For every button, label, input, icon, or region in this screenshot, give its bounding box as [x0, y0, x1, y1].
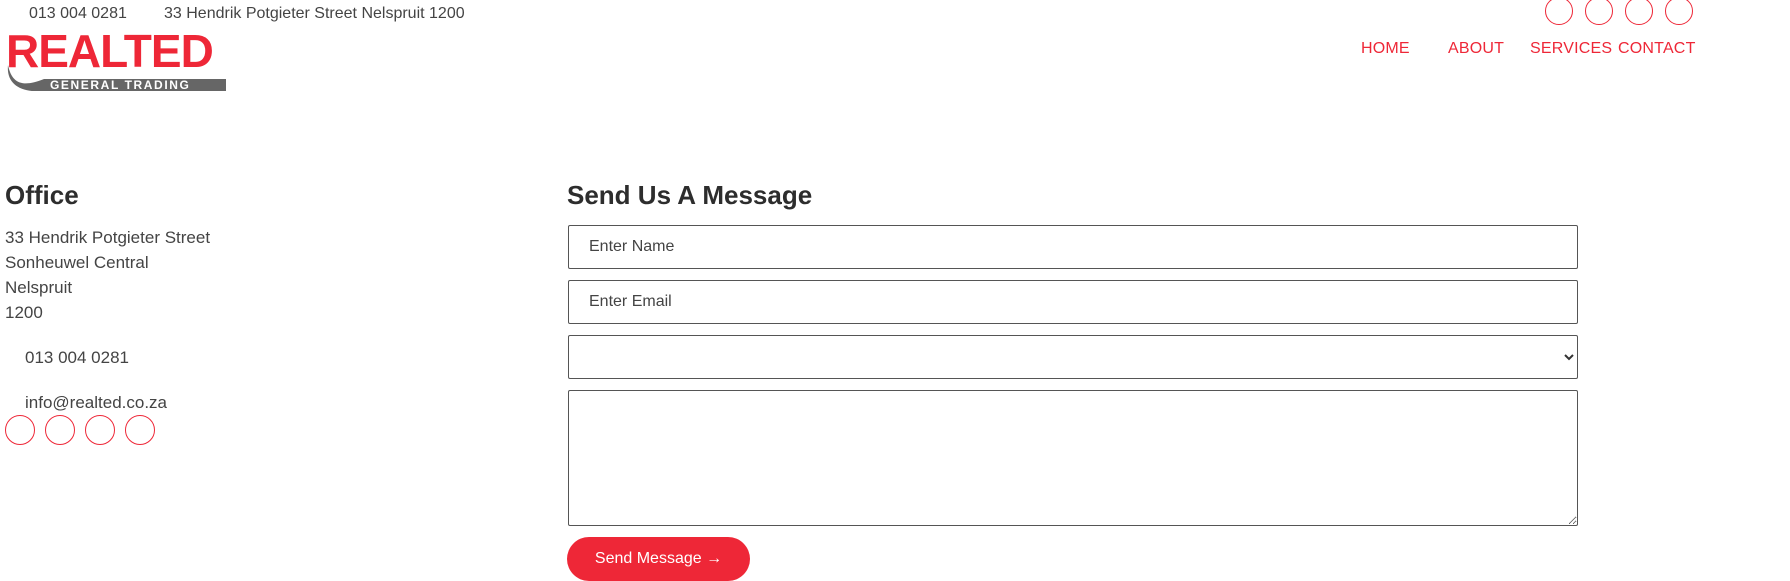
office-address-line-1: 33 Hendrik Potgieter Street	[5, 228, 211, 247]
office-phone[interactable]: 013 004 0281	[25, 348, 129, 368]
topbar-address: 33 Hendrik Potgieter Street Nelspruit 12…	[164, 5, 465, 22]
social-icon-3[interactable]	[85, 415, 115, 445]
social-icon-2[interactable]	[45, 415, 75, 445]
social-icon-1[interactable]	[5, 415, 35, 445]
name-input[interactable]	[568, 225, 1578, 269]
office-address-line-2: Sonheuwel Central	[5, 253, 149, 272]
email-input[interactable]	[568, 280, 1578, 324]
nav-home[interactable]: HOME	[1361, 40, 1410, 58]
social-icon-4[interactable]	[125, 415, 155, 445]
nav-about[interactable]: ABOUT	[1448, 40, 1504, 58]
office-title: Office	[5, 180, 79, 210]
logo-main-text: REALTED	[6, 27, 213, 77]
social-icon-2[interactable]	[1585, 0, 1613, 25]
form-title: Send Us A Message	[567, 180, 813, 210]
send-message-button[interactable]: Send Message →	[567, 537, 750, 581]
realted-logo[interactable]: REALTED GENERAL TRADING	[4, 27, 229, 91]
logo-sub-text: GENERAL TRADING	[50, 78, 190, 91]
topbar-phone: 013 004 0281	[29, 5, 127, 22]
office-address-line-3: Nelspruit	[5, 278, 73, 297]
social-icon-4[interactable]	[1665, 0, 1693, 25]
nav-services[interactable]: SERVICES	[1530, 40, 1612, 58]
office-address-line-4: 1200	[5, 303, 43, 322]
social-icon-1[interactable]	[1545, 0, 1573, 25]
office-email[interactable]: info@realted.co.za	[25, 393, 167, 413]
subject-select[interactable]	[568, 335, 1578, 379]
message-textarea[interactable]	[568, 390, 1578, 526]
social-icon-3[interactable]	[1625, 0, 1653, 25]
nav-contact[interactable]: CONTACT	[1618, 40, 1696, 58]
